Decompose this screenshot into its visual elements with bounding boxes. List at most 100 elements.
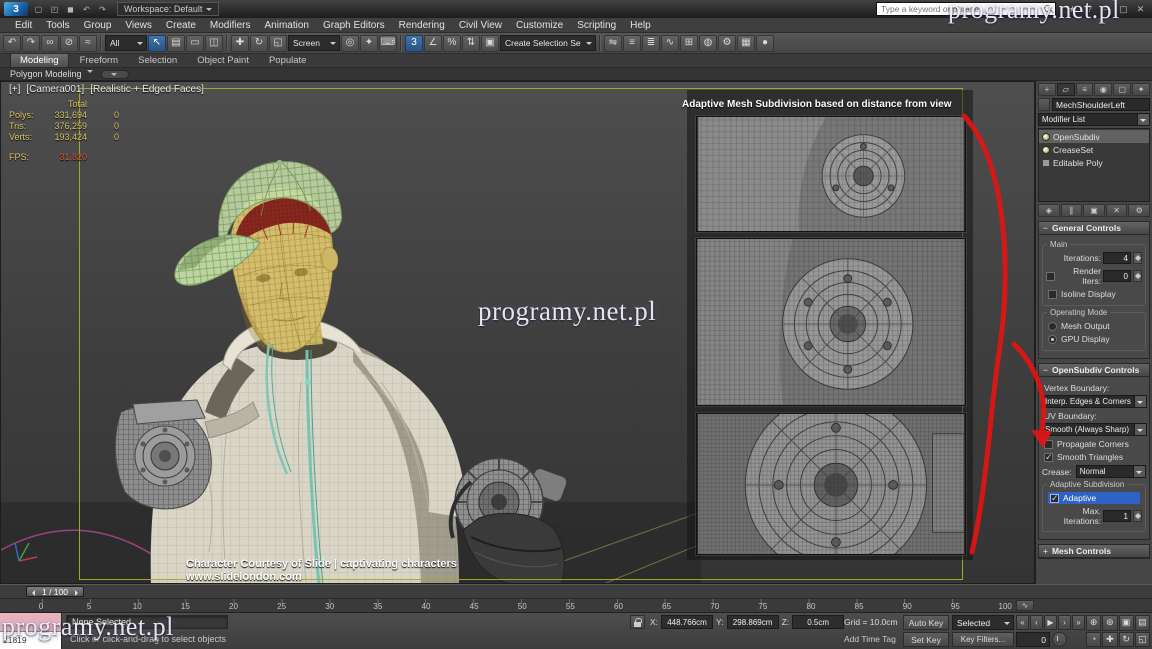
redo-icon[interactable]: ↷ bbox=[95, 3, 110, 16]
new-scene-icon[interactable]: ▢ bbox=[31, 3, 46, 16]
track-bar[interactable]: 0510152025303540455055606570758085909510… bbox=[0, 598, 1152, 612]
play-button[interactable]: ▶ bbox=[1044, 615, 1057, 630]
help-icon[interactable]: ? bbox=[1082, 3, 1097, 16]
vertex-boundary-dropdown[interactable]: Interp. Edges & Corners bbox=[1041, 395, 1147, 408]
ribbon-minimize-button[interactable] bbox=[101, 70, 129, 79]
open-file-icon[interactable]: ◰ bbox=[47, 3, 62, 16]
time-slider[interactable]: 1 / 100 bbox=[0, 584, 1152, 598]
mesh-output-radio[interactable] bbox=[1048, 322, 1057, 331]
propagate-corners-checkbox[interactable] bbox=[1044, 440, 1053, 449]
open-mini-curve-editor-button[interactable]: ∿ bbox=[1016, 600, 1034, 611]
search-input[interactable] bbox=[877, 3, 1041, 15]
rollout-header-opensubdiv-controls[interactable]: OpenSubdiv Controls bbox=[1039, 364, 1149, 377]
y-coordinate-field[interactable]: 298.869cm bbox=[727, 615, 779, 629]
orbit-icon[interactable]: ↻ bbox=[1119, 632, 1134, 648]
menu-item[interactable]: Animation bbox=[257, 18, 315, 32]
angle-snap-icon[interactable]: ∠ bbox=[424, 35, 442, 52]
adaptive-checkbox[interactable] bbox=[1050, 494, 1059, 503]
iterations-field[interactable]: 4 bbox=[1103, 252, 1131, 264]
set-key-button[interactable]: Set Key bbox=[903, 632, 949, 647]
iterations-spinner[interactable] bbox=[1133, 252, 1142, 264]
named-selection-sets-dropdown[interactable]: Create Selection Se bbox=[500, 35, 596, 51]
gpu-display-radio[interactable] bbox=[1048, 335, 1057, 344]
snaps-toggle-icon[interactable]: 3 bbox=[405, 35, 423, 52]
time-slider-handle[interactable]: 1 / 100 bbox=[26, 586, 84, 597]
polygon-modeling-panel[interactable]: Polygon Modeling bbox=[10, 69, 93, 79]
align-icon[interactable]: ≡ bbox=[623, 35, 641, 52]
mirror-icon[interactable]: ⇋ bbox=[604, 35, 622, 52]
configure-modifier-sets-button[interactable]: ⚙ bbox=[1128, 204, 1150, 217]
smooth-triangles-checkbox[interactable] bbox=[1044, 453, 1053, 462]
time-configuration-button[interactable] bbox=[1052, 632, 1067, 647]
rendered-frame-window-icon[interactable]: ▦ bbox=[737, 35, 755, 52]
menu-item[interactable]: Edit bbox=[8, 18, 39, 32]
zoom-all-icon[interactable]: ⊛ bbox=[1102, 615, 1117, 631]
tab-modeling[interactable]: Modeling bbox=[10, 53, 69, 67]
stack-item-editable-poly[interactable]: Editable Poly bbox=[1039, 156, 1149, 169]
select-and-rotate-icon[interactable]: ↻ bbox=[250, 35, 268, 52]
menu-item[interactable]: Tools bbox=[39, 18, 76, 32]
tab-object-paint[interactable]: Object Paint bbox=[188, 54, 258, 67]
undo-icon[interactable]: ↶ bbox=[3, 35, 21, 52]
menu-item[interactable]: Views bbox=[118, 18, 159, 32]
select-by-name-icon[interactable]: ▤ bbox=[167, 35, 185, 52]
maxscript-mini-listener[interactable]: 21819 bbox=[0, 613, 62, 649]
render-iters-field[interactable]: 0 bbox=[1103, 270, 1131, 282]
spinner-snap-icon[interactable]: ⇅ bbox=[462, 35, 480, 52]
zoom-icon[interactable]: ⊕ bbox=[1086, 615, 1101, 631]
go-to-start-button[interactable]: « bbox=[1016, 615, 1029, 630]
x-coordinate-field[interactable]: 448.766cm bbox=[661, 615, 713, 629]
bind-to-space-warp-icon[interactable]: ≈ bbox=[79, 35, 97, 52]
key-filters-button[interactable]: Key Filters... bbox=[952, 632, 1014, 647]
tab-selection[interactable]: Selection bbox=[129, 54, 186, 67]
modifier-enable-bulb-icon[interactable] bbox=[1042, 133, 1050, 141]
workspace-dropdown[interactable]: Workspace: Default bbox=[117, 2, 219, 16]
show-end-result-button[interactable]: ∥ bbox=[1061, 204, 1083, 217]
menu-item[interactable]: Group bbox=[77, 18, 119, 32]
material-editor-icon[interactable]: ◍ bbox=[699, 35, 717, 52]
rectangular-selection-region-icon[interactable]: ▭ bbox=[186, 35, 204, 52]
render-production-icon[interactable]: ● bbox=[756, 35, 774, 52]
z-coordinate-field[interactable]: 0.5cm bbox=[792, 615, 844, 629]
unlink-selection-icon[interactable]: ⊘ bbox=[60, 35, 78, 52]
maximize-viewport-icon[interactable]: ◱ bbox=[1135, 632, 1150, 648]
menu-item[interactable]: Modifiers bbox=[203, 18, 258, 32]
object-color-swatch[interactable] bbox=[1038, 98, 1050, 111]
schematic-view-icon[interactable]: ⊞ bbox=[680, 35, 698, 52]
modifier-list-dropdown[interactable]: Modifier List bbox=[1038, 113, 1150, 126]
uv-boundary-dropdown[interactable]: Smooth (Always Sharp) bbox=[1041, 423, 1147, 436]
tab-freeform[interactable]: Freeform bbox=[71, 54, 128, 67]
menu-item[interactable]: Scripting bbox=[570, 18, 623, 32]
viewport-menu-general[interactable]: [+] bbox=[9, 84, 20, 95]
menu-item[interactable]: Rendering bbox=[392, 18, 452, 32]
rollout-header-mesh-controls[interactable]: Mesh Controls bbox=[1039, 545, 1149, 558]
undo-icon[interactable]: ↶ bbox=[79, 3, 94, 16]
app-logo[interactable]: 3 bbox=[4, 2, 28, 16]
selection-set-key-dropdown[interactable]: Selected bbox=[952, 615, 1014, 630]
tab-utilities[interactable]: ✦ bbox=[1132, 83, 1150, 96]
max-iterations-field[interactable]: 1 bbox=[1103, 510, 1131, 522]
max-iterations-spinner[interactable] bbox=[1133, 510, 1142, 522]
menu-item[interactable]: Create bbox=[159, 18, 203, 32]
curve-editor-icon[interactable]: ∿ bbox=[661, 35, 679, 52]
auto-key-button[interactable]: Auto Key bbox=[903, 615, 949, 630]
zoom-extents-all-icon[interactable]: ▤ bbox=[1135, 615, 1150, 631]
modifier-stack[interactable]: OpenSubdiv CreaseSet Editable Poly bbox=[1038, 128, 1150, 202]
tab-modify[interactable]: ▱ bbox=[1057, 83, 1075, 96]
tab-display[interactable]: ▢ bbox=[1113, 83, 1131, 96]
adaptive-checkbox-row[interactable]: Adaptive bbox=[1048, 492, 1140, 504]
render-setup-icon[interactable]: ⚙ bbox=[718, 35, 736, 52]
next-frame-button[interactable]: › bbox=[1058, 615, 1071, 630]
minimize-icon[interactable]: ─ bbox=[1099, 3, 1114, 16]
select-and-manipulate-icon[interactable]: ✦ bbox=[360, 35, 378, 52]
macro-recorder-line[interactable] bbox=[0, 613, 61, 632]
menu-item[interactable]: Civil View bbox=[452, 18, 509, 32]
window-crossing-toggle-icon[interactable]: ◫ bbox=[205, 35, 223, 52]
modifier-enable-bulb-icon[interactable] bbox=[1042, 146, 1050, 154]
restore-icon[interactable]: ▢ bbox=[1116, 3, 1131, 16]
current-frame-field[interactable]: 0 bbox=[1016, 632, 1050, 647]
search-icon[interactable] bbox=[1041, 3, 1055, 15]
tab-motion[interactable]: ◉ bbox=[1094, 83, 1112, 96]
object-name-field[interactable]: MechShoulderLeft bbox=[1052, 98, 1150, 111]
add-time-tag[interactable]: Add Time Tag bbox=[844, 634, 896, 644]
